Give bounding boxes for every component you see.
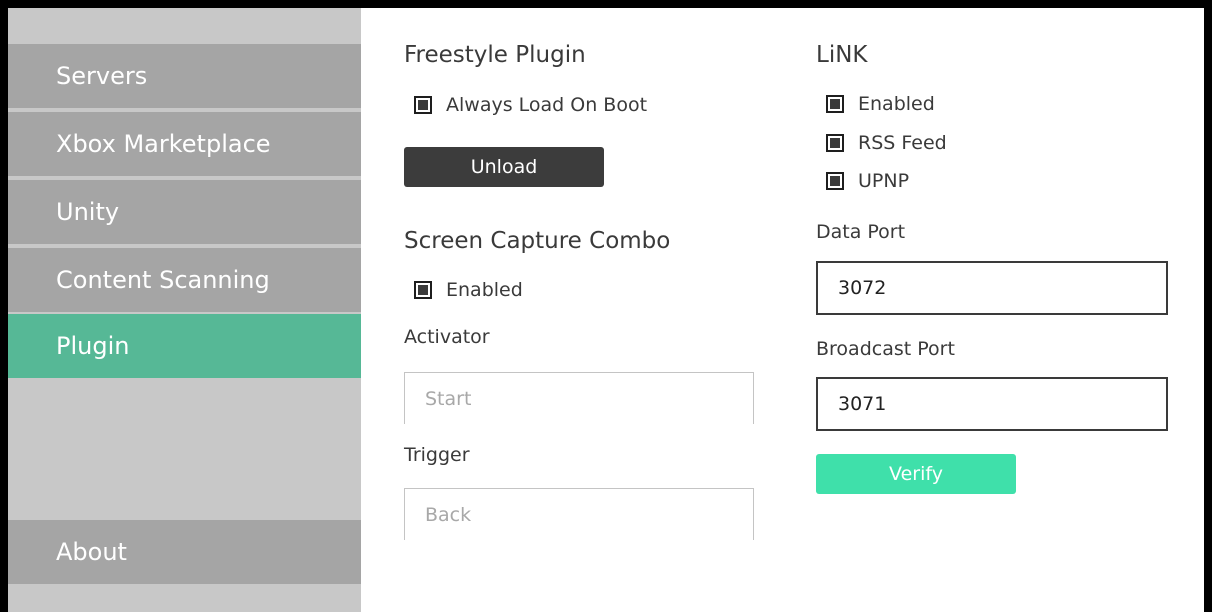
link-heading: LiNK	[816, 42, 868, 68]
sidebar-item-label: Content Scanning	[56, 266, 270, 294]
trigger-placeholder: Back	[425, 503, 472, 526]
sidebar-item-label: Servers	[56, 62, 148, 90]
checkbox-checked-indicator	[830, 99, 840, 109]
data-port-value: 3072	[838, 277, 887, 299]
always-load-on-boot-checkbox[interactable]: Always Load On Boot	[414, 94, 647, 116]
checkbox-checked-indicator	[830, 176, 840, 186]
sidebar: Servers Xbox Marketplace Unity Content S…	[8, 8, 361, 612]
data-port-input[interactable]: 3072	[816, 261, 1168, 315]
sidebar-item-label: Plugin	[56, 332, 130, 360]
sidebar-item-unity[interactable]: Unity	[8, 180, 361, 244]
activator-input[interactable]: Start	[404, 372, 754, 424]
freestyle-plugin-heading: Freestyle Plugin	[404, 42, 586, 68]
unload-button[interactable]: Unload	[404, 147, 604, 187]
sidebar-item-xbox-marketplace[interactable]: Xbox Marketplace	[8, 112, 361, 176]
activator-placeholder: Start	[425, 387, 472, 410]
link-enabled-checkbox[interactable]: Enabled	[826, 93, 935, 115]
broadcast-port-label: Broadcast Port	[816, 338, 955, 360]
checkbox-box	[826, 95, 844, 113]
trigger-input[interactable]: Back	[404, 488, 754, 540]
rss-feed-checkbox[interactable]: RSS Feed	[826, 132, 947, 154]
sidebar-item-content-scanning[interactable]: Content Scanning	[8, 248, 361, 312]
app-window: Servers Xbox Marketplace Unity Content S…	[8, 8, 1204, 612]
sidebar-item-label: Xbox Marketplace	[56, 130, 271, 158]
activator-label: Activator	[404, 326, 490, 348]
broadcast-port-value: 3071	[838, 393, 887, 415]
checkbox-checked-indicator	[830, 138, 840, 148]
always-load-on-boot-label: Always Load On Boot	[446, 94, 648, 116]
sidebar-item-servers[interactable]: Servers	[8, 44, 361, 108]
checkbox-box	[414, 281, 432, 299]
sidebar-item-label: Unity	[56, 198, 120, 226]
checkbox-box	[826, 172, 844, 190]
unload-button-label: Unload	[470, 156, 538, 178]
screen-capture-combo-heading: Screen Capture Combo	[404, 228, 671, 254]
screen-capture-enabled-checkbox[interactable]: Enabled	[414, 279, 523, 301]
trigger-label: Trigger	[404, 444, 470, 466]
sidebar-item-label: About	[56, 538, 127, 566]
data-port-label: Data Port	[816, 221, 906, 243]
upnp-checkbox[interactable]: UPNP	[826, 170, 909, 192]
upnp-label: UPNP	[858, 170, 910, 192]
checkbox-box	[826, 134, 844, 152]
verify-button-label: Verify	[889, 463, 943, 485]
checkbox-checked-indicator	[418, 100, 428, 110]
broadcast-port-input[interactable]: 3071	[816, 377, 1168, 431]
verify-button[interactable]: Verify	[816, 454, 1016, 494]
sidebar-item-plugin[interactable]: Plugin	[8, 314, 361, 378]
screen-capture-enabled-label: Enabled	[446, 279, 523, 301]
rss-feed-label: RSS Feed	[858, 132, 947, 154]
checkbox-checked-indicator	[418, 285, 428, 295]
link-enabled-label: Enabled	[858, 93, 935, 115]
checkbox-box	[414, 96, 432, 114]
sidebar-item-about[interactable]: About	[8, 520, 361, 584]
